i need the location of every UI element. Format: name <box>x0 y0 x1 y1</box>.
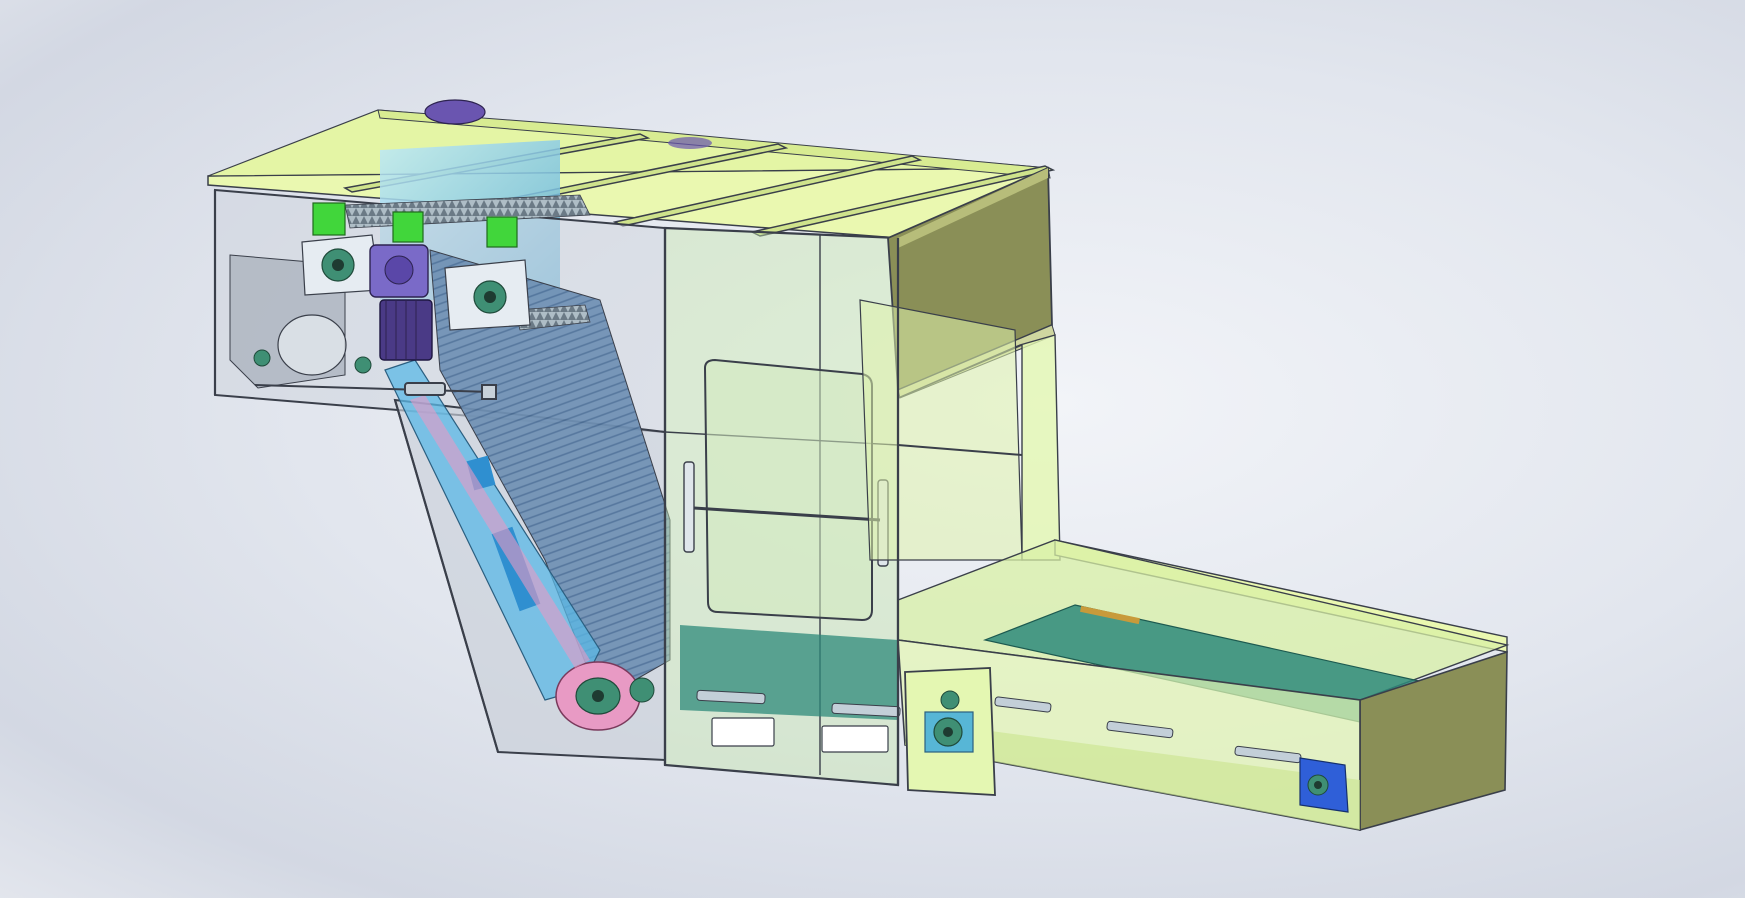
lower-roller <box>555 661 641 731</box>
cad-model <box>207 99 1510 832</box>
top-cap <box>424 99 486 125</box>
door-window <box>703 358 873 622</box>
end-bracket <box>1299 757 1349 813</box>
cad-viewport[interactable] <box>0 0 1745 898</box>
front-bearing-plate <box>904 667 996 796</box>
